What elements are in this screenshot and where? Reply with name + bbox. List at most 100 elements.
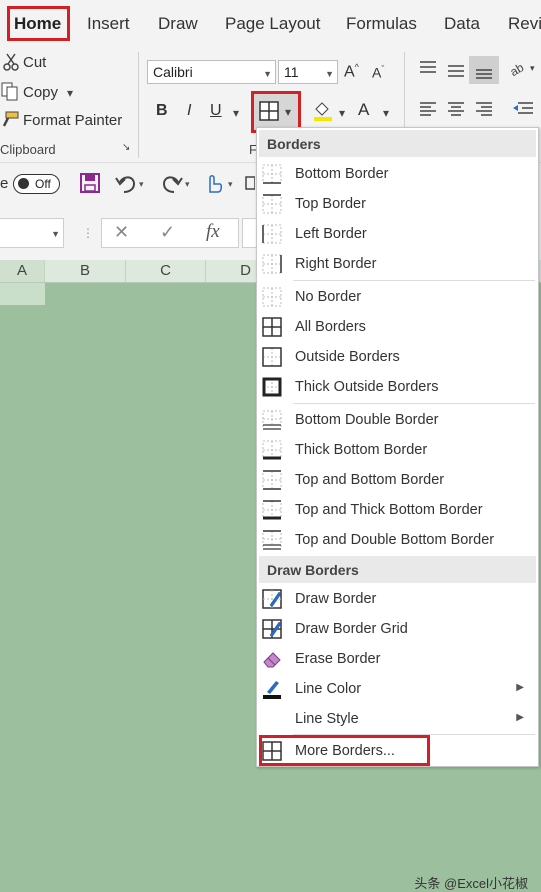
format-painter-icon [0, 110, 20, 135]
menu-item-line-style[interactable]: Line Style ▶ [257, 704, 538, 734]
menu-item-label: Draw Border [295, 591, 377, 607]
borders-section-header: Borders [259, 130, 536, 157]
menu-item-top-and-thick-bottom-border[interactable]: Top and Thick Bottom Border [257, 495, 538, 525]
draw-border-grid-icon [262, 619, 282, 644]
menu-item-erase-border[interactable]: Erase Border [257, 644, 538, 674]
menu-item-label: Top and Bottom Border [295, 472, 445, 488]
tab-formulas[interactable]: Formulas [346, 14, 417, 34]
ribbon-tab-bar: Home Insert Draw Page Layout Formulas Da… [0, 0, 541, 46]
column-header-b[interactable]: B [45, 260, 126, 282]
menu-item-top-border[interactable]: Top Border [257, 189, 538, 219]
font-size-combo[interactable]: 11 ▼ [278, 60, 338, 84]
undo-icon[interactable]: ▾ [114, 172, 148, 199]
menu-item-right-border[interactable]: Right Border [257, 249, 538, 279]
menu-item-label: Outside Borders [295, 349, 400, 365]
menu-item-left-border[interactable]: Left Border [257, 219, 538, 249]
menu-item-bottom-border[interactable]: Bottom Border [257, 159, 538, 189]
cut-button[interactable]: Cut [23, 54, 46, 71]
align-left-icon[interactable] [419, 101, 437, 122]
fill-color-icon[interactable] [312, 99, 334, 126]
menu-item-label: Erase Border [295, 651, 381, 667]
format-painter-button[interactable]: Format Painter [23, 112, 122, 129]
selected-cell[interactable] [0, 283, 45, 305]
menu-separator [293, 280, 535, 281]
menu-item-thick-bottom-border[interactable]: Thick Bottom Border [257, 435, 538, 465]
submenu-arrow-icon: ▶ [516, 712, 524, 723]
bottom-border-icon [262, 164, 282, 189]
copy-icon [0, 81, 20, 106]
menu-item-label: Bottom Border [295, 166, 389, 182]
top-and-thick-bottom-border-icon [262, 500, 282, 525]
font-color-button[interactable]: A [358, 100, 369, 120]
increase-font-size-button[interactable]: A^ [344, 62, 359, 81]
font-color-dropdown-icon[interactable]: ▾ [383, 106, 389, 120]
italic-button[interactable]: I [187, 102, 191, 120]
menu-item-label: Top and Double Bottom Border [295, 532, 495, 548]
tab-data[interactable]: Data [444, 14, 480, 34]
align-middle-icon[interactable] [447, 62, 465, 83]
chevron-down-icon: ▼ [325, 69, 334, 79]
underline-button[interactable]: U [210, 102, 222, 120]
menu-item-no-border[interactable]: No Border [257, 282, 538, 312]
menu-item-label: Bottom Double Border [295, 412, 439, 428]
no-border-icon [262, 287, 282, 312]
column-header-c[interactable]: C [126, 260, 206, 282]
autosave-state: Off [35, 177, 51, 191]
chevron-down-icon: ▼ [51, 229, 60, 239]
tab-page-layout[interactable]: Page Layout [225, 14, 320, 34]
cut-icon [3, 53, 19, 76]
decrease-font-glyph: A [372, 64, 382, 81]
bold-button[interactable]: B [156, 102, 168, 120]
name-box[interactable]: ▼ [0, 218, 64, 248]
menu-item-top-and-double-bottom-border[interactable]: Top and Double Bottom Border [257, 525, 538, 555]
menu-item-label: Draw Border Grid [295, 621, 408, 637]
camera-icon[interactable] [245, 174, 256, 197]
svg-text:ab: ab [510, 60, 526, 77]
decrease-font-size-button[interactable]: Aˇ [372, 64, 384, 81]
align-center-icon[interactable] [447, 101, 465, 122]
menu-item-label: Top Border [295, 196, 366, 212]
menu-item-draw-border[interactable]: Draw Border [257, 584, 538, 614]
menu-item-draw-border-grid[interactable]: Draw Border Grid [257, 614, 538, 644]
redo-icon[interactable]: ▾ [160, 172, 194, 199]
tab-insert[interactable]: Insert [87, 14, 130, 34]
menu-item-label: Line Color [295, 681, 362, 697]
align-right-icon[interactable] [475, 101, 493, 122]
fill-color-dropdown-icon[interactable]: ▾ [339, 106, 345, 120]
tab-review[interactable]: Revi [508, 14, 541, 34]
column-header-a[interactable]: A [0, 260, 45, 282]
menu-item-line-color[interactable]: Line Color ▶ [257, 674, 538, 704]
menu-item-top-and-bottom-border[interactable]: Top and Bottom Border [257, 465, 538, 495]
font-name-combo[interactable]: Calibri ▼ [147, 60, 276, 84]
tab-draw[interactable]: Draw [158, 14, 198, 34]
decrease-indent-icon[interactable] [512, 101, 534, 122]
copy-button[interactable]: Copy [23, 84, 58, 101]
menu-item-thick-outside-borders[interactable]: Thick Outside Borders [257, 372, 538, 402]
bottom-double-border-icon [262, 410, 282, 435]
menu-item-bottom-double-border[interactable]: Bottom Double Border [257, 405, 538, 435]
save-icon[interactable] [79, 172, 101, 199]
enter-icon[interactable]: ✓ [160, 222, 175, 243]
clipboard-launcher-icon[interactable]: ↘ [122, 142, 130, 153]
align-bottom-button[interactable] [469, 56, 499, 84]
menu-separator [293, 403, 535, 404]
draw-borders-section-header: Draw Borders [259, 556, 536, 583]
submenu-arrow-icon: ▶ [516, 682, 524, 693]
align-top-icon[interactable] [419, 60, 437, 81]
orientation-icon[interactable]: ab ▾ [508, 59, 538, 82]
svg-text:▾: ▾ [228, 179, 233, 189]
cancel-icon[interactable]: ✕ [114, 222, 129, 243]
underline-dropdown-icon[interactable]: ▾ [233, 106, 239, 120]
menu-item-label: All Borders [295, 319, 366, 335]
copy-dropdown-icon[interactable]: ▾ [67, 86, 73, 100]
insert-function-icon[interactable]: fx [206, 221, 220, 243]
borders-dropdown-menu: Borders Bottom Border Top Border Left Bo… [256, 127, 539, 891]
font-name-value: Calibri [153, 64, 193, 80]
menu-item-label: Line Style [295, 711, 359, 727]
touch-mode-icon[interactable]: ▾ [204, 172, 240, 199]
outside-borders-icon [262, 347, 282, 372]
menu-item-outside-borders[interactable]: Outside Borders [257, 342, 538, 372]
autosave-toggle[interactable]: Off [13, 174, 60, 194]
menu-item-all-borders[interactable]: All Borders [257, 312, 538, 342]
thick-outside-borders-icon [262, 377, 282, 402]
